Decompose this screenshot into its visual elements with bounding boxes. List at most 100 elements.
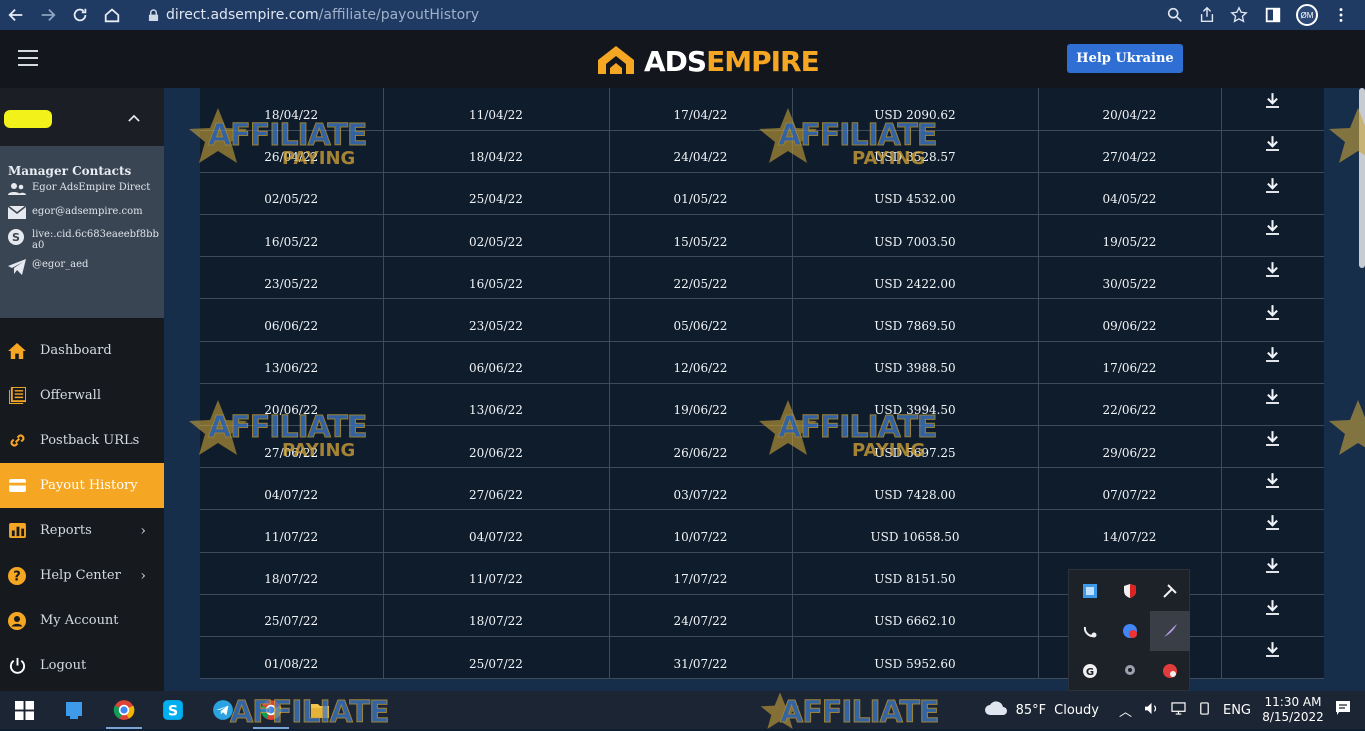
contact-telegram[interactable]: @egor_aed bbox=[8, 259, 164, 277]
table-cell: 18/04/22 bbox=[383, 130, 610, 173]
telegram-taskbar-icon[interactable] bbox=[211, 698, 235, 722]
table-cell: 24/04/22 bbox=[609, 130, 793, 173]
download-icon[interactable] bbox=[1266, 599, 1280, 619]
bookmark-star-icon[interactable] bbox=[1223, 3, 1255, 27]
wallet-icon bbox=[7, 476, 27, 496]
table-cell: USD 7428.00 bbox=[792, 467, 1039, 511]
adsempire-logo[interactable]: ADSEMPIRE bbox=[596, 42, 820, 81]
table-cell: 01/08/22 bbox=[200, 636, 384, 680]
sidebar-item-reports[interactable]: Reports › bbox=[0, 508, 164, 553]
download-icon[interactable] bbox=[1266, 388, 1280, 408]
sidebar-item-logout[interactable]: Logout bbox=[0, 643, 164, 688]
sidebar-item-help-center[interactable]: ? Help Center › bbox=[0, 553, 164, 598]
back-icon[interactable] bbox=[0, 0, 32, 30]
download-icon[interactable] bbox=[1266, 220, 1280, 239]
chrome-alert-icon[interactable] bbox=[1110, 611, 1150, 651]
windows-start-icon[interactable] bbox=[12, 698, 36, 722]
share-icon[interactable] bbox=[1191, 3, 1223, 27]
sidebar: Manager Contacts Egor AdsEmpire Direct e… bbox=[0, 88, 164, 691]
webcam-icon[interactable] bbox=[1110, 651, 1150, 691]
svg-text:?: ? bbox=[13, 569, 21, 584]
taskbar-app-icon[interactable] bbox=[62, 698, 86, 722]
menu-kebab-icon[interactable] bbox=[1325, 0, 1357, 30]
download-icon[interactable] bbox=[1266, 304, 1280, 324]
table-cell: USD 3528.57 bbox=[792, 130, 1039, 173]
speaker-icon[interactable] bbox=[1144, 702, 1159, 719]
grammarly-icon[interactable]: G bbox=[1070, 651, 1110, 691]
notifications-icon[interactable] bbox=[1335, 700, 1351, 720]
network-icon[interactable] bbox=[1171, 701, 1186, 719]
chrome-profile-icon[interactable] bbox=[259, 698, 283, 722]
table-cell: 01/05/22 bbox=[609, 172, 793, 216]
download-icon[interactable] bbox=[1266, 473, 1280, 492]
table-cell: 23/05/22 bbox=[200, 256, 384, 300]
lock-icon bbox=[140, 8, 166, 22]
table-cell: USD 3988.50 bbox=[792, 341, 1039, 384]
table-cell: 26/04/22 bbox=[200, 130, 384, 173]
clock[interactable]: 11:30 AM 8/15/2022 bbox=[1257, 695, 1329, 725]
telegram-icon bbox=[8, 259, 26, 277]
table-cell: 03/07/22 bbox=[609, 467, 793, 511]
download-icon[interactable] bbox=[1266, 431, 1280, 450]
weather-widget[interactable]: 85°F Cloudy bbox=[984, 700, 1099, 720]
skype-taskbar-icon[interactable]: S bbox=[161, 698, 185, 722]
home-icon[interactable] bbox=[96, 0, 128, 30]
language-indicator[interactable]: ENG bbox=[1223, 703, 1251, 718]
sidebar-item-dashboard[interactable]: Dashboard bbox=[0, 328, 164, 373]
download-icon[interactable] bbox=[1266, 262, 1280, 281]
download-icon[interactable] bbox=[1266, 178, 1280, 197]
download-icon[interactable] bbox=[1266, 93, 1280, 112]
zoom-icon[interactable] bbox=[1159, 3, 1191, 27]
table-row: 11/07/22 04/07/22 10/07/22 USD 10658.50 14/0… bbox=[200, 509, 1324, 553]
security-shield-icon[interactable] bbox=[1110, 571, 1150, 611]
manager-contacts: Manager Contacts Egor AdsEmpire Direct e… bbox=[0, 146, 164, 318]
download-icon[interactable] bbox=[1266, 346, 1280, 366]
table-cell: 15/05/22 bbox=[609, 214, 793, 258]
table-cell: 16/05/22 bbox=[200, 214, 384, 258]
network-app-icon[interactable] bbox=[1070, 571, 1110, 611]
chevron-up-icon[interactable] bbox=[128, 110, 140, 126]
sidebar-item-payout-history[interactable]: Payout History bbox=[0, 463, 164, 508]
windows-taskbar: S AFFILIATE AFFILIATE 85°F Cloudy ︿ ENG … bbox=[0, 691, 1365, 731]
download-icon[interactable] bbox=[1266, 515, 1280, 534]
download-icon[interactable] bbox=[1266, 642, 1280, 661]
device-icon[interactable] bbox=[1198, 701, 1211, 719]
forward-icon[interactable] bbox=[32, 0, 64, 30]
table-cell: 22/06/22 bbox=[1038, 383, 1222, 427]
reload-icon[interactable] bbox=[64, 0, 96, 30]
table-cell: USD 5952.60 bbox=[792, 636, 1039, 680]
table-cell: 16/05/22 bbox=[383, 256, 610, 300]
chrome-icon[interactable] bbox=[112, 698, 136, 722]
table-cell: USD 4532.00 bbox=[792, 172, 1039, 216]
user-switcher[interactable] bbox=[0, 88, 164, 146]
table-cell: 19/05/22 bbox=[1038, 214, 1222, 258]
download-icon[interactable] bbox=[1266, 135, 1280, 155]
contact-skype[interactable]: S live:.cid.6c683eaeebf8bba0 bbox=[8, 229, 164, 251]
contact-email[interactable]: egor@adsempire.com bbox=[7, 205, 164, 221]
table-cell: 06/06/22 bbox=[200, 298, 384, 342]
page-scrollbar[interactable] bbox=[1359, 88, 1365, 268]
chevron-up-icon[interactable]: ︿ bbox=[1119, 701, 1132, 720]
system-tray-overflow: G bbox=[1068, 569, 1190, 691]
recorder-icon[interactable] bbox=[1150, 651, 1190, 691]
sidebar-item-my-account[interactable]: My Account bbox=[0, 598, 164, 643]
table-cell: 12/06/22 bbox=[609, 341, 793, 384]
tools-icon[interactable] bbox=[1150, 571, 1190, 611]
profile-avatar[interactable]: ØM bbox=[1291, 0, 1323, 30]
hamburger-menu-icon[interactable] bbox=[18, 50, 38, 66]
table-cell: USD 10658.50 bbox=[792, 509, 1039, 553]
help-ukraine-button[interactable]: Help Ukraine bbox=[1067, 44, 1183, 73]
table-cell: USD 2090.62 bbox=[792, 88, 1039, 131]
satellite-icon[interactable] bbox=[1070, 611, 1110, 651]
feather-icon[interactable] bbox=[1150, 611, 1190, 651]
download-icon[interactable] bbox=[1266, 557, 1280, 577]
table-cell: 19/06/22 bbox=[609, 383, 793, 427]
side-panel-icon[interactable] bbox=[1257, 0, 1289, 30]
address-bar[interactable]: direct.adsempire.com/affiliate/payoutHis… bbox=[140, 3, 1255, 27]
file-explorer-icon[interactable] bbox=[308, 698, 332, 722]
sidebar-item-offerwall[interactable]: Offerwall bbox=[0, 373, 164, 418]
sidebar-item-postback[interactable]: Postback URLs bbox=[0, 418, 164, 463]
download-cell bbox=[1221, 130, 1324, 173]
svg-text:S: S bbox=[12, 231, 20, 244]
table-row: 16/05/22 02/05/22 15/05/22 USD 7003.50 19/05… bbox=[200, 214, 1324, 258]
